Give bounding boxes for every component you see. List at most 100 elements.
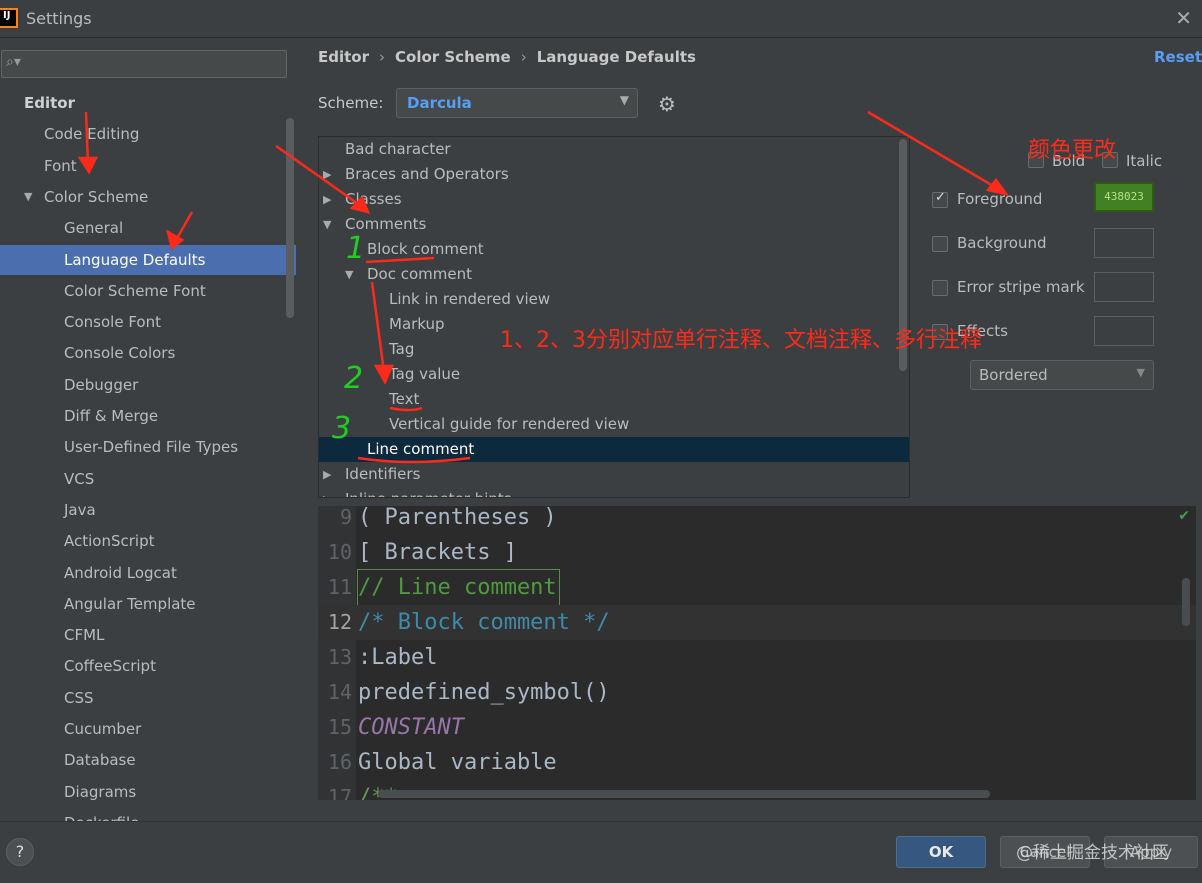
editor-vertical-scrollbar[interactable] <box>1182 578 1190 626</box>
sidebar-item-label: Diff & Merge <box>64 407 159 425</box>
gear-icon[interactable]: ⚙ <box>658 92 676 116</box>
code-line: 9 ( Parentheses ) <box>318 506 1196 535</box>
sidebar-item-console-font[interactable]: Console Font <box>0 307 296 337</box>
chevron-right-icon: › <box>379 48 385 66</box>
breadcrumb-color-scheme[interactable]: Color Scheme <box>395 48 511 66</box>
sidebar-item-general[interactable]: General <box>0 213 296 243</box>
dropdown-arrow-icon: ▼ <box>619 93 629 107</box>
sidebar-item-console-colors[interactable]: Console Colors <box>0 338 296 368</box>
sidebar-item-label: ActionScript <box>64 532 155 551</box>
sidebar-item-label: Color Scheme <box>44 187 149 206</box>
collapse-arrow-icon[interactable]: ▼ <box>345 262 353 287</box>
preview-editor[interactable]: 9( Parentheses ) 10[ Brackets ] 11// Line … <box>318 506 1196 800</box>
scheme-label: Scheme: <box>318 94 384 112</box>
attribute-item-inline-parameter-hints[interactable]: ▶ Inline parameter hints <box>319 487 909 497</box>
attribute-item-tag-value[interactable]: Tag value <box>319 362 909 387</box>
line-number: 14 <box>327 680 352 704</box>
attribute-label: Bad character <box>345 140 451 158</box>
sidebar-item-database[interactable]: Database <box>0 745 296 775</box>
foreground-checkbox[interactable] <box>932 190 948 208</box>
error-stripe-color-swatch[interactable] <box>1094 272 1154 302</box>
chevron-right-icon: › <box>520 48 527 66</box>
foreground-color-swatch[interactable]: 438023 <box>1094 182 1154 212</box>
sidebar-item-cucumber[interactable]: Cucumber <box>0 714 296 744</box>
help-button[interactable]: ? <box>6 838 34 866</box>
close-icon[interactable]: ✕ <box>1175 6 1192 30</box>
scheme-dropdown[interactable]: Darcula ▼ <box>396 88 638 118</box>
settings-search[interactable]: ⌕▾ <box>1 50 287 78</box>
effect-type-dropdown[interactable]: Bordered ▼ <box>970 360 1154 390</box>
sidebar-item-dockerfile[interactable]: Dockerfile <box>0 808 296 821</box>
sidebar-item-label: CSS <box>64 688 94 707</box>
effects-color-swatch[interactable] <box>1094 316 1154 346</box>
attribute-label: Classes <box>345 190 402 208</box>
expand-arrow-icon[interactable]: ▶ <box>323 162 331 187</box>
attribute-item-vertical-guide-for-rendered-view[interactable]: Vertical guide for rendered view <box>319 412 909 437</box>
sidebar-item-editor[interactable]: Editor <box>0 88 296 118</box>
attribute-item-text[interactable]: Text <box>319 387 909 412</box>
code-line: 10[ Brackets ] <box>318 535 1196 570</box>
line-number: 12 <box>327 610 352 634</box>
sidebar-item-label: Console Font <box>64 313 161 332</box>
sidebar-item-angular-template[interactable]: Angular Template <box>0 589 296 619</box>
line-number: 11 <box>327 575 352 599</box>
attribute-item-comments[interactable]: ▼ Comments <box>319 212 909 237</box>
attribute-item-doc-comment[interactable]: ▼ Doc comment <box>319 262 909 287</box>
search-input[interactable] <box>28 53 278 75</box>
attribute-item-link-in-rendered-view[interactable]: Link in rendered view <box>319 287 909 312</box>
sidebar-item-font[interactable]: Font <box>0 151 296 181</box>
code-text: Global variable <box>358 750 557 775</box>
sidebar-item-android-logcat[interactable]: Android Logcat <box>0 558 296 588</box>
intellij-icon: IJ <box>0 8 18 28</box>
attribute-label: Text <box>389 390 420 408</box>
sidebar-item-code-editing[interactable]: Code Editing <box>0 119 296 149</box>
attribute-item-line-comment[interactable]: Line comment <box>319 437 909 462</box>
sidebar-item-cfml[interactable]: CFML <box>0 620 296 650</box>
expand-arrow-icon[interactable]: ▼ <box>24 182 38 212</box>
attribute-label: Inline parameter hints <box>345 487 512 497</box>
sidebar-item-color-scheme-font[interactable]: Color Scheme Font <box>0 276 296 306</box>
breadcrumb-language-defaults: Language Defaults <box>536 48 696 66</box>
attribute-item-classes[interactable]: ▶ Classes <box>319 187 909 212</box>
sidebar-item-actionscript[interactable]: ActionScript <box>0 526 296 556</box>
code-text: ( Parentheses ) <box>358 506 557 530</box>
sidebar-item-java[interactable]: Java <box>0 495 296 525</box>
expand-arrow-icon[interactable]: ▶ <box>323 462 331 487</box>
sidebar-item-diff-merge[interactable]: Diff & Merge <box>0 401 296 431</box>
attribute-label: Vertical guide for rendered view <box>389 415 630 433</box>
sidebar-scrollbar[interactable] <box>286 118 294 318</box>
sidebar-item-color-scheme[interactable]: ▼ Color Scheme <box>0 182 296 212</box>
sidebar-item-label: Dockerfile <box>64 808 139 821</box>
attribute-item-block-comment[interactable]: Block comment <box>319 237 909 262</box>
background-checkbox[interactable] <box>932 236 948 252</box>
sidebar-item-diagrams[interactable]: Diagrams <box>0 777 296 807</box>
sidebar-item-language-defaults[interactable]: Language Defaults <box>0 244 296 275</box>
sidebar-item-coffeescript[interactable]: CoffeeScript <box>0 651 296 681</box>
sidebar-item-vcs[interactable]: VCS <box>0 464 296 494</box>
breadcrumb-editor[interactable]: Editor <box>318 48 369 66</box>
code-line: 11// Line comment <box>318 569 1196 606</box>
line-number: 17 <box>327 785 352 800</box>
sidebar-item-label: CFML <box>64 626 105 645</box>
watermark: @稀土掘金技术社区 <box>1016 843 1169 863</box>
sidebar-item-css[interactable]: CSS <box>0 683 296 713</box>
attribute-item-braces-and-operators[interactable]: ▶ Braces and Operators <box>319 162 909 187</box>
background-color-swatch[interactable] <box>1094 228 1154 258</box>
window-title: Settings <box>26 9 92 28</box>
sidebar-item-label: Editor <box>24 94 75 112</box>
ok-button[interactable]: OK <box>896 836 986 868</box>
expand-arrow-icon[interactable]: ▶ <box>323 487 331 497</box>
editor-horizontal-scrollbar[interactable] <box>378 790 990 798</box>
reset-link[interactable]: Reset <box>1154 48 1202 66</box>
error-stripe-checkbox[interactable] <box>932 280 948 296</box>
attribute-label: Line comment <box>367 440 475 458</box>
attribute-item-bad-character[interactable]: Bad character <box>319 137 909 162</box>
sidebar-item-user-defined-file-types[interactable]: User-Defined File Types <box>0 432 296 462</box>
attribute-item-identifiers[interactable]: ▶ Identifiers <box>319 462 909 487</box>
collapse-arrow-icon[interactable]: ▼ <box>323 212 331 237</box>
code-line: 16 Global variable <box>318 745 1196 780</box>
sidebar-item-debugger[interactable]: Debugger <box>0 370 296 400</box>
expand-arrow-icon[interactable]: ▶ <box>323 187 331 212</box>
sidebar-item-label: Java <box>64 500 96 519</box>
attribute-label: Tag value <box>389 365 461 383</box>
